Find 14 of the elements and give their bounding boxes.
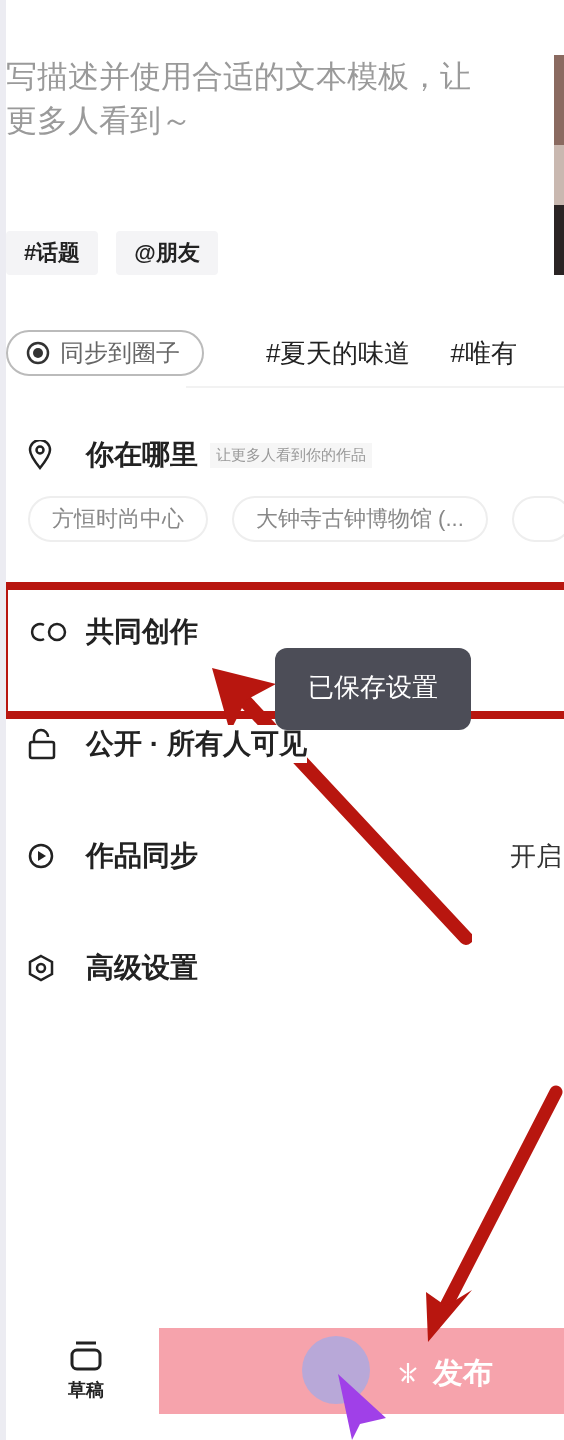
location-chip[interactable]: 方恒时尚中心 [28,496,208,542]
tag-button[interactable]: @朋友 [116,231,218,275]
sync-circle-button[interactable]: 同步到圈子 [6,330,204,376]
location-hint: 让更多人看到你的作品 [210,442,372,468]
saved-toast: 已保存设置 [275,648,471,730]
settings-value: 开启 [510,839,562,873]
tag-button[interactable]: #话题 [6,231,99,275]
location-title: 你在哪里 [86,438,198,472]
description-field[interactable]: 写描述并使用合适的文本模板，让更多人看到～ [6,55,482,145]
hashtag-link[interactable]: #夏天的味道 [266,335,411,371]
settings-label: 公开 · 所有人可见 [86,725,307,763]
hashtag-link[interactable]: #唯有 [450,335,517,371]
location-chip[interactable]: 大钟寺古钟博物馆 (... [232,496,488,542]
drafts-button[interactable]: 草稿 [12,1340,159,1402]
